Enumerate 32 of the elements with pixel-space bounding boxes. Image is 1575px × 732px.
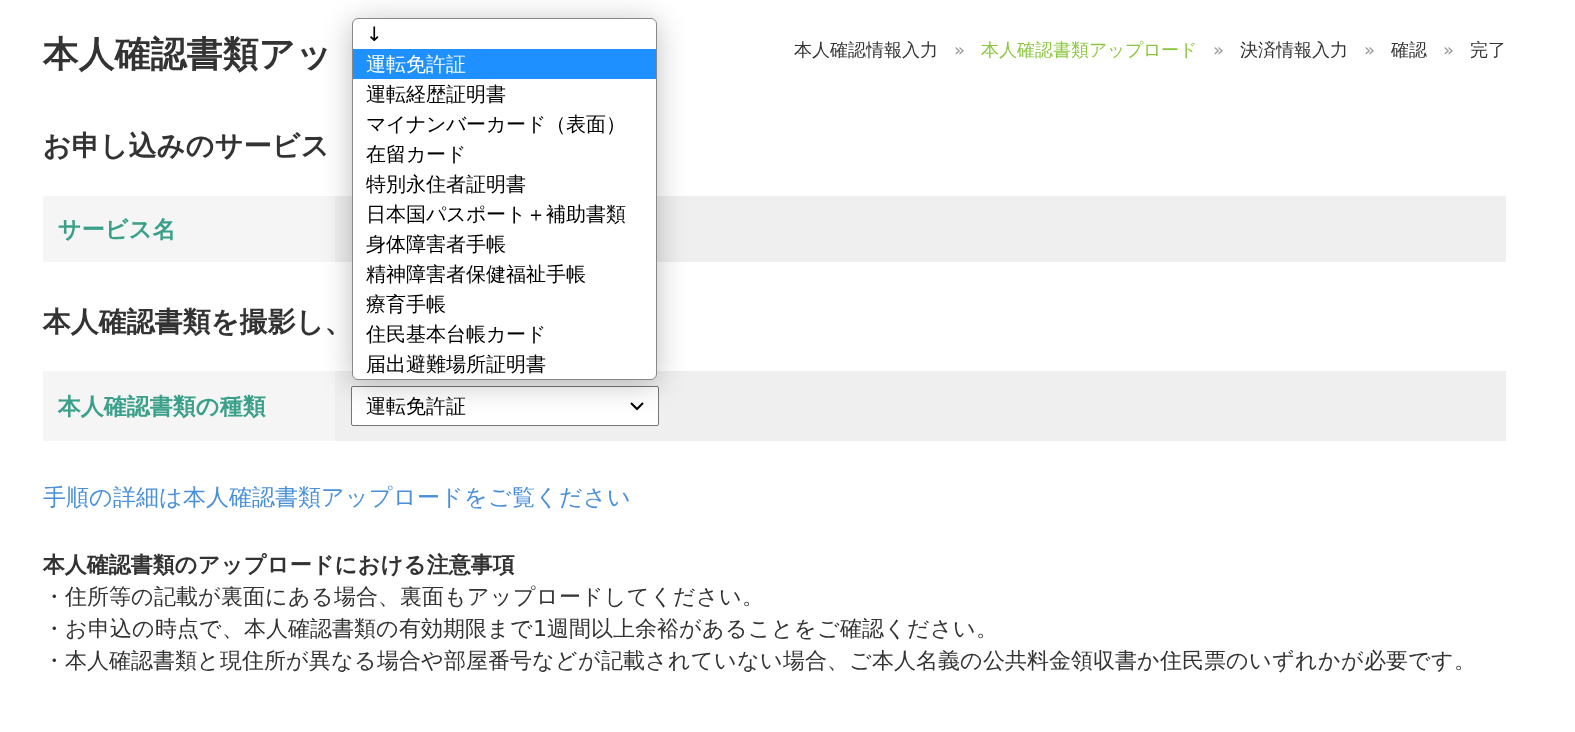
dropdown-option[interactable]: 在留カード — [353, 139, 656, 169]
dropdown-option[interactable]: マイナンバーカード（表面） — [353, 109, 656, 139]
page-title: 本人確認書類アッ — [43, 36, 333, 72]
chevron-down-icon — [630, 401, 644, 411]
dropdown-option[interactable]: 住民基本台帳カード — [353, 319, 656, 349]
dropdown-option[interactable]: 精神障害者保健福祉手帳 — [353, 259, 656, 289]
note-text: ・住所等の記載が裏面にある場合、裏面もアップロードしてください。 — [43, 583, 765, 611]
dropdown-option[interactable]: 特別永住者証明書 — [353, 169, 656, 199]
breadcrumb-step: 本人確認情報入力 — [793, 36, 938, 63]
breadcrumb-step: 完了 — [1470, 36, 1506, 63]
breadcrumb-step: 確認 — [1391, 36, 1427, 63]
row-label: 本人確認書類の種類 — [43, 371, 335, 441]
note-text: ・本人確認書類と現住所が異なる場合や部屋番号などが記載されていない場合、ご本人名義の公共料金領収書か住民票のいずれかが必要です。 — [43, 647, 1477, 675]
dropdown-option[interactable]: 身体障害者手帳 — [353, 229, 656, 259]
notes-title: 本人確認書類のアップロードにおける注意事項 — [43, 551, 516, 579]
note-text: ・お申込の時点で、本人確認書類の有効期限まで1週間以上余裕があることをご確認ください。 — [43, 615, 999, 643]
breadcrumb-separator: » — [953, 38, 965, 62]
section-heading: お申し込みのサービス — [43, 132, 330, 160]
dropdown-option[interactable]: 日本国パスポート＋補助書類 — [353, 199, 656, 229]
select-value: 運転免許証 — [366, 393, 466, 420]
breadcrumb-separator: » — [1363, 38, 1375, 62]
dropdown-option[interactable]: ↓ — [353, 19, 656, 49]
row-label: サービス名 — [43, 196, 335, 262]
section-heading: 本人確認書類を撮影し、 — [43, 308, 353, 336]
dropdown-option[interactable]: 運転経歴証明書 — [353, 79, 656, 109]
breadcrumb-step: 決済情報入力 — [1239, 36, 1348, 63]
document-type-select[interactable]: 運転免許証 — [351, 386, 659, 426]
breadcrumb-separator: » — [1212, 38, 1224, 62]
breadcrumb-step: 本人確認書類アップロード — [980, 36, 1197, 63]
breadcrumb-separator: » — [1443, 38, 1454, 62]
dropdown-option[interactable]: 療育手帳 — [353, 289, 656, 319]
dropdown-option[interactable]: 届出避難場所証明書 — [353, 349, 656, 379]
